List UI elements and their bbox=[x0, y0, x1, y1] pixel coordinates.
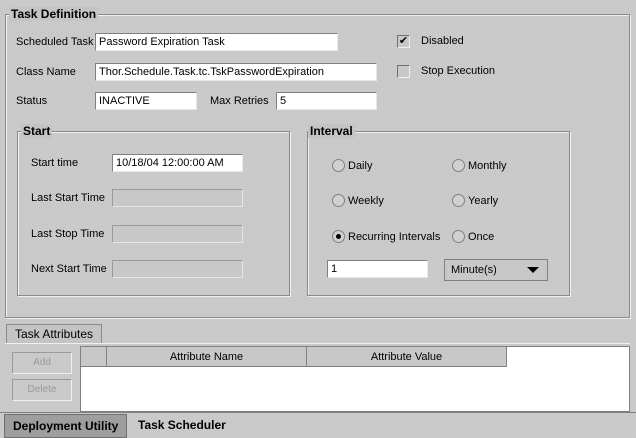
daily-label: Daily bbox=[348, 160, 373, 172]
yearly-radio[interactable] bbox=[452, 194, 465, 207]
recurring-intervals-label: Recurring Intervals bbox=[348, 231, 441, 243]
monthly-radio[interactable] bbox=[452, 159, 465, 172]
last-stop-time-input bbox=[112, 225, 243, 243]
interval-unit-value: Minute(s) bbox=[451, 264, 497, 276]
next-start-time-label: Next Start Time bbox=[31, 263, 107, 275]
interval-count-input[interactable]: 1 bbox=[327, 260, 428, 278]
stop-execution-label: Stop Execution bbox=[421, 65, 495, 77]
scheduled-task-label: Scheduled Task bbox=[16, 36, 94, 48]
class-name-label: Class Name bbox=[16, 66, 76, 78]
once-label: Once bbox=[468, 231, 495, 243]
add-attribute-button[interactable]: Add bbox=[12, 352, 72, 374]
start-time-input[interactable]: 10/18/04 12:00:00 AM bbox=[112, 154, 243, 172]
disabled-checkbox[interactable]: ✔ bbox=[397, 35, 410, 48]
status-input[interactable]: INACTIVE bbox=[95, 92, 197, 110]
weekly-radio[interactable] bbox=[332, 194, 345, 207]
last-stop-time-label: Last Stop Time bbox=[31, 228, 105, 240]
last-start-time-label: Last Start Time bbox=[31, 192, 105, 204]
next-start-time-input bbox=[112, 260, 243, 278]
task-definition-title: Task Definition bbox=[9, 7, 99, 21]
yearly-label: Yearly bbox=[468, 195, 499, 207]
delete-attribute-button[interactable]: Delete bbox=[12, 379, 72, 401]
tab-task-attributes[interactable]: Task Attributes bbox=[6, 324, 103, 344]
chevron-down-icon bbox=[527, 267, 539, 273]
column-header-attribute-name[interactable]: Attribute Name bbox=[107, 347, 307, 367]
max-retries-label: Max Retries bbox=[210, 95, 269, 107]
scheduled-task-input[interactable]: Password Expiration Task bbox=[95, 33, 338, 51]
tab-deployment-utility[interactable]: Deployment Utility bbox=[4, 414, 128, 438]
recurring-intervals-radio[interactable] bbox=[332, 230, 345, 243]
monthly-label: Monthly bbox=[468, 160, 507, 172]
column-header-attribute-value[interactable]: Attribute Value bbox=[307, 347, 507, 367]
last-start-time-input bbox=[112, 189, 243, 207]
attributes-table[interactable]: Attribute Name Attribute Value bbox=[80, 346, 630, 412]
start-time-label: Start time bbox=[31, 157, 79, 169]
interval-title: Interval bbox=[308, 124, 355, 138]
weekly-label: Weekly bbox=[348, 195, 384, 207]
start-title: Start bbox=[21, 124, 53, 138]
status-label: Status bbox=[16, 95, 48, 107]
tab-task-scheduler[interactable]: Task Scheduler bbox=[130, 414, 234, 436]
stop-execution-checkbox[interactable] bbox=[397, 65, 410, 78]
interval-unit-dropdown[interactable]: Minute(s) bbox=[444, 259, 548, 281]
max-retries-input[interactable]: 5 bbox=[276, 92, 377, 110]
disabled-label: Disabled bbox=[421, 35, 464, 47]
once-radio[interactable] bbox=[452, 230, 465, 243]
class-name-input[interactable]: Thor.Schedule.Task.tc.TskPasswordExpirat… bbox=[95, 63, 377, 81]
row-header-column bbox=[81, 347, 107, 367]
daily-radio[interactable] bbox=[332, 159, 345, 172]
